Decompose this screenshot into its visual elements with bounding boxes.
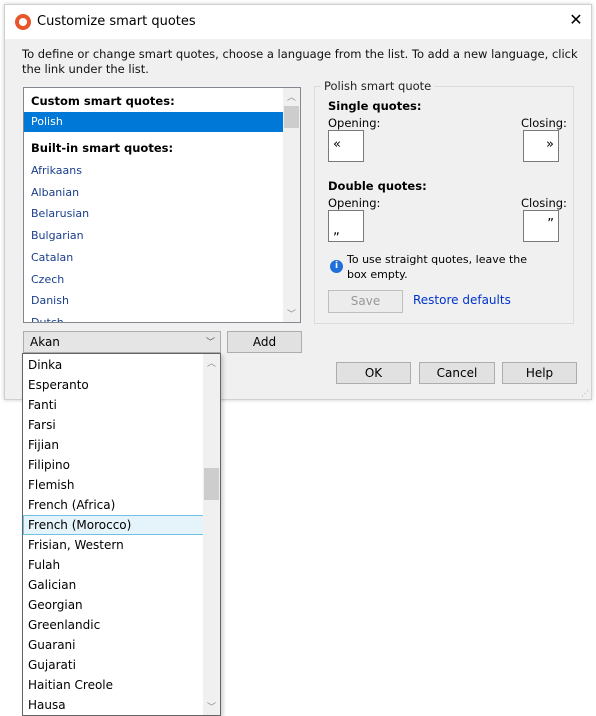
dropdown-item[interactable]: Greenlandic <box>23 615 204 635</box>
scroll-down-icon[interactable]: ﹀ <box>283 307 300 320</box>
group-title: Polish smart quote <box>321 79 435 93</box>
help-button[interactable]: Help <box>502 362 577 384</box>
dropdown-item[interactable]: Galician <box>23 575 204 595</box>
info-text: To use straight quotes, leave the box em… <box>347 253 528 281</box>
dropdown-item[interactable]: Georgian <box>23 595 204 615</box>
add-language-combo[interactable]: Akan ﹀ <box>23 331 221 353</box>
double-closing-input[interactable]: ” <box>523 210 559 242</box>
close-icon[interactable]: ✕ <box>565 10 587 29</box>
single-quotes-label: Single quotes: <box>328 99 422 113</box>
list-item[interactable]: Czech <box>24 270 283 290</box>
language-dropdown-list[interactable]: Dinka Esperanto Fanti Farsi Fijian Filipino Fl… <box>22 353 221 716</box>
custom-header: Custom smart quotes: <box>31 94 175 108</box>
dropdown-item[interactable]: Dinka <box>23 355 204 375</box>
language-listbox[interactable]: Custom smart quotes: Polish Built-in sma… <box>23 87 301 323</box>
double-opening-label: Opening: <box>328 196 381 210</box>
dropdown-item[interactable]: Filipino <box>23 455 204 475</box>
dropdown-item[interactable]: Fanti <box>23 395 204 415</box>
double-closing-label: Closing: <box>521 196 567 210</box>
scrollbar-thumb[interactable] <box>204 468 219 500</box>
dropdown-item[interactable]: Hausa <box>23 695 204 715</box>
dropdown-item[interactable]: Fulah <box>23 555 204 575</box>
dropdown-item[interactable]: Gujarati <box>23 655 204 675</box>
resize-grip-icon[interactable]: ⋰ <box>581 389 589 398</box>
list-item[interactable]: Catalan <box>24 248 283 268</box>
dialog-title: Customize smart quotes <box>37 14 196 29</box>
scroll-up-icon[interactable]: ︿ <box>203 356 220 369</box>
single-closing-input[interactable]: » <box>523 130 559 162</box>
list-item[interactable]: Afrikaans <box>24 161 283 181</box>
list-item[interactable]: Bulgarian <box>24 226 283 246</box>
dropdown-item[interactable]: Farsi <box>23 415 204 435</box>
dropdown-item[interactable]: Haitian Creole <box>23 675 204 695</box>
instructions-text: To define or change smart quotes, choose… <box>22 47 578 76</box>
dropdown-item[interactable]: French (Africa) <box>23 495 204 515</box>
single-opening-input[interactable]: « <box>328 130 364 162</box>
scroll-down-icon[interactable]: ﹀ <box>203 700 220 713</box>
combo-value: Akan <box>30 335 60 349</box>
dropdown-item[interactable]: Guarani <box>23 635 204 655</box>
ok-button[interactable]: OK <box>336 362 411 384</box>
polish-smart-quote-group: Polish smart quote Single quotes: Openin… <box>314 79 574 324</box>
scrollbar-thumb[interactable] <box>284 106 299 128</box>
add-button[interactable]: Add <box>227 331 302 353</box>
restore-defaults-link[interactable]: Restore defaults <box>413 293 511 307</box>
save-button[interactable]: Save <box>328 290 403 313</box>
list-item[interactable]: Belarusian <box>24 204 283 224</box>
double-opening-input[interactable]: „ <box>328 210 364 242</box>
chevron-down-icon: ﹀ <box>205 338 215 348</box>
app-logo-icon <box>15 14 31 30</box>
builtin-header: Built-in smart quotes: <box>31 141 174 155</box>
dropdown-scrollbar[interactable]: ︿ ﹀ <box>203 354 220 715</box>
dropdown-item[interactable]: Frisian, Western <box>23 535 204 555</box>
list-item-polish[interactable]: Polish <box>24 112 283 132</box>
list-item[interactable]: Albanian <box>24 183 283 203</box>
dropdown-item[interactable]: French (Morocco) <box>23 515 204 535</box>
cancel-button[interactable]: Cancel <box>419 362 495 384</box>
list-scrollbar[interactable]: ︿ ﹀ <box>283 88 300 322</box>
list-item[interactable]: Dutch <box>24 313 283 322</box>
info-icon: i <box>330 260 343 273</box>
single-closing-label: Closing: <box>521 116 567 130</box>
dropdown-item[interactable]: Fijian <box>23 435 204 455</box>
double-quotes-label: Double quotes: <box>328 179 427 193</box>
dropdown-item[interactable]: Esperanto <box>23 375 204 395</box>
title-bar: Customize smart quotes ✕ <box>5 5 591 39</box>
list-item[interactable]: Danish <box>24 291 283 311</box>
scroll-up-icon[interactable]: ︿ <box>283 90 300 103</box>
customize-smart-quotes-dialog: Customize smart quotes ✕ To define or ch… <box>4 4 592 400</box>
single-opening-label: Opening: <box>328 116 381 130</box>
dropdown-item[interactable]: Flemish <box>23 475 204 495</box>
